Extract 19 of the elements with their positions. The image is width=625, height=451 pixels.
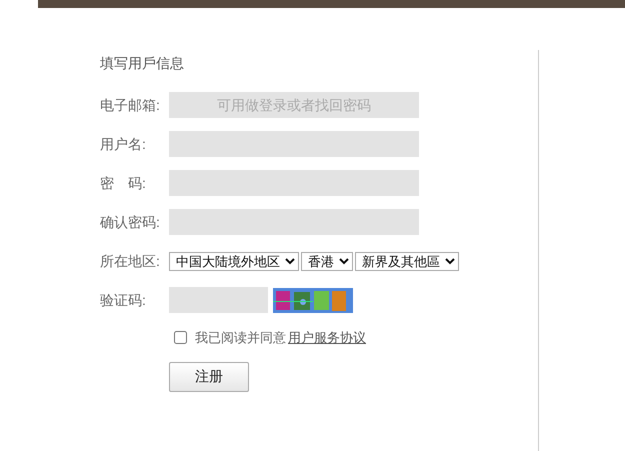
region-select[interactable]: 新界及其他區 — [355, 252, 459, 270]
region-select[interactable]: 香港 — [301, 252, 353, 270]
agreement-link[interactable]: 用户服务协议 — [288, 328, 366, 348]
region-select[interactable]: 中国大陆境外地区 — [169, 252, 299, 270]
input-field[interactable]: 可用做登录或者找回密码 — [169, 92, 419, 118]
input-field[interactable] — [169, 170, 419, 196]
section-heading: 填写用戶信息 — [100, 55, 185, 71]
field-label: 确认密码: — [100, 212, 161, 232]
field-label: 所在地区: — [100, 252, 161, 270]
field-label: 验证码: — [100, 290, 147, 310]
register-button[interactable]: 注册 — [169, 362, 249, 392]
field-label: 电子邮箱: — [100, 96, 161, 114]
input-field[interactable] — [169, 131, 419, 157]
input-field[interactable] — [169, 209, 419, 235]
field-label: 密 码: — [100, 174, 147, 192]
agreement-text: 我已阅读并同意 — [195, 329, 286, 347]
agree-checkbox[interactable] — [174, 331, 187, 344]
captcha-field[interactable] — [169, 287, 268, 313]
field-label: 用户名: — [100, 134, 147, 154]
